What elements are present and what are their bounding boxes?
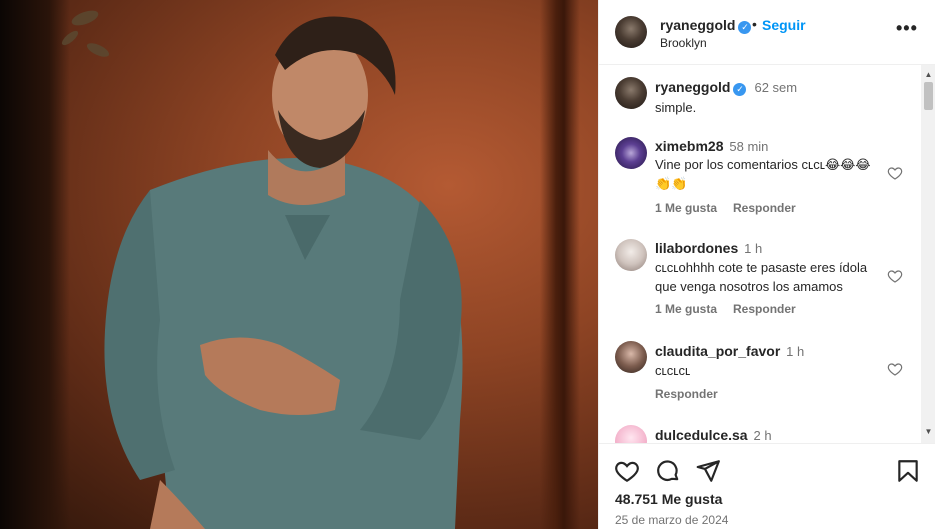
post-date[interactable]: 25 de marzo de 2024 bbox=[615, 513, 728, 527]
scrollbar-track[interactable] bbox=[921, 65, 935, 443]
comment-username[interactable]: lilabordones 1 h bbox=[655, 240, 762, 256]
likes-count[interactable]: 48.751 Me gusta bbox=[615, 491, 722, 507]
comment-username[interactable]: dulcedulce.sa 2 h bbox=[655, 427, 772, 443]
heart-icon[interactable] bbox=[887, 165, 903, 181]
comments-list[interactable]: ryaneggold ✓ 62 sem simple. ximebm28 58 mi… bbox=[599, 65, 935, 443]
comment-time: 1 h bbox=[744, 241, 763, 256]
commenter-avatar[interactable] bbox=[615, 425, 647, 443]
caption: ryaneggold ✓ 62 sem simple. bbox=[599, 77, 919, 117]
comment-text: ᴄʟᴄʟohhhh cote te pasaste eres ídola que… bbox=[655, 260, 868, 294]
comment-text: ᴄʟᴄʟᴄʟ bbox=[655, 363, 691, 378]
bookmark-icon[interactable] bbox=[895, 458, 921, 484]
heart-icon[interactable] bbox=[614, 458, 640, 484]
heart-icon[interactable] bbox=[887, 268, 903, 284]
scroll-up-arrow-icon[interactable]: ▲ bbox=[921, 70, 935, 80]
commenter-avatar[interactable] bbox=[615, 137, 647, 169]
follow-button[interactable]: Seguir bbox=[762, 17, 806, 33]
author-avatar[interactable] bbox=[615, 16, 647, 48]
more-options-icon[interactable]: ••• bbox=[896, 18, 918, 39]
reply-button[interactable]: Responder bbox=[655, 387, 718, 401]
post-photo[interactable] bbox=[0, 0, 598, 529]
post-location[interactable]: Brooklyn bbox=[660, 36, 707, 50]
caption-avatar[interactable] bbox=[615, 77, 647, 109]
comment-likes[interactable]: 1 Me gusta bbox=[655, 201, 717, 215]
comment-meta: Responder bbox=[655, 387, 734, 401]
comment-likes[interactable]: 1 Me gusta bbox=[655, 302, 717, 316]
commenter-avatar[interactable] bbox=[615, 239, 647, 271]
scrollbar-thumb[interactable] bbox=[924, 82, 933, 110]
author-username[interactable]: ryaneggold ✓ bbox=[660, 17, 752, 34]
comment-meta: 1 Me gusta Responder bbox=[655, 201, 812, 215]
verified-badge-icon: ✓ bbox=[738, 21, 752, 34]
post-side-panel: ryaneggold ✓ • Seguir Brooklyn ••• ryaneg… bbox=[598, 0, 935, 529]
caption-time: 62 sem bbox=[754, 80, 798, 95]
comment-username[interactable]: ximebm28 58 min bbox=[655, 138, 768, 154]
reply-button[interactable]: Responder bbox=[733, 302, 796, 316]
comment-username[interactable]: claudita_por_favor 1 h bbox=[655, 343, 804, 359]
post-actions: 48.751 Me gusta 25 de marzo de 2024 bbox=[599, 443, 935, 529]
verified-badge-icon: ✓ bbox=[733, 83, 747, 96]
comment-icon[interactable] bbox=[655, 458, 681, 484]
heart-icon[interactable] bbox=[887, 361, 903, 377]
scroll-down-arrow-icon[interactable]: ▼ bbox=[921, 427, 935, 437]
comment-time: 58 min bbox=[729, 139, 769, 154]
comment-time: 1 h bbox=[786, 344, 805, 359]
comment-item: ximebm28 58 min Vine por los comentarios… bbox=[599, 137, 919, 227]
send-icon[interactable] bbox=[695, 458, 721, 484]
caption-text: simple. bbox=[655, 100, 697, 115]
photo-subject bbox=[61, 10, 463, 529]
caption-username[interactable]: ryaneggold ✓ 62 sem bbox=[655, 79, 797, 96]
comment-text: Vine por los comentarios ᴄʟᴄʟ😂😂😂👏👏 bbox=[655, 157, 871, 191]
comment-meta: 1 Me gusta Responder bbox=[655, 302, 812, 316]
post-header: ryaneggold ✓ • Seguir Brooklyn ••• bbox=[599, 0, 935, 65]
comment-time: 2 h bbox=[753, 428, 772, 443]
reply-button[interactable]: Responder bbox=[733, 201, 796, 215]
commenter-avatar[interactable] bbox=[615, 341, 647, 373]
comment-item: lilabordones 1 h ᴄʟᴄʟohhhh cote te pasas… bbox=[599, 239, 919, 329]
comment-item: dulcedulce.sa 2 h bbox=[599, 425, 919, 443]
comment-item: claudita_por_favor 1 h ᴄʟᴄʟᴄʟ Responder bbox=[599, 341, 919, 411]
separator-dot: • bbox=[752, 16, 757, 32]
